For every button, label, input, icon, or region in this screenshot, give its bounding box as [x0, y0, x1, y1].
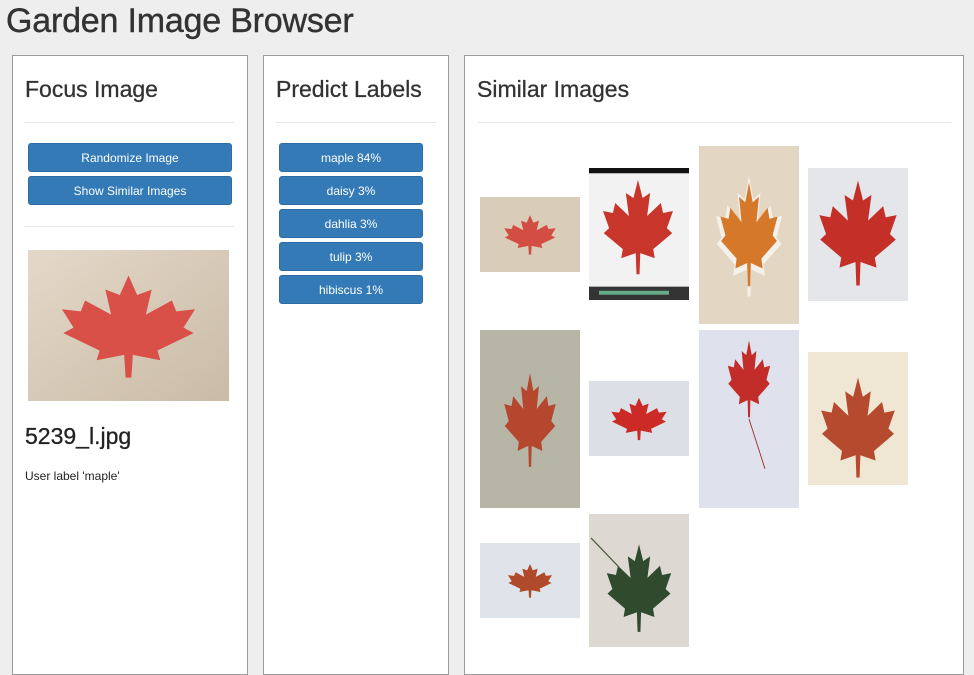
focus-image-heading: Focus Image [25, 76, 158, 102]
label-button-dahlia[interactable]: dahlia 3% [279, 209, 423, 238]
similar-images-panel: Similar Images [464, 55, 964, 675]
similar-image-8[interactable] [808, 352, 908, 485]
similar-image-7[interactable] [699, 330, 799, 508]
similar-image-1[interactable] [480, 197, 580, 272]
similar-image-2[interactable] [589, 168, 689, 300]
focus-image-panel: Focus Image Randomize Image Show Similar… [12, 55, 248, 675]
focus-image-user-label: User label 'maple' [25, 469, 120, 483]
divider [276, 122, 436, 123]
divider [477, 122, 951, 123]
similar-image-10[interactable] [589, 514, 689, 647]
similar-image-6[interactable] [589, 381, 689, 456]
predict-labels-panel: Predict Labels maple 84% daisy 3% dahlia… [263, 55, 449, 675]
similar-images-heading: Similar Images [477, 76, 630, 102]
label-button-tulip[interactable]: tulip 3% [279, 242, 423, 271]
focus-image-filename: 5239_l.jpg [25, 423, 132, 449]
app-title: Garden Image Browser [6, 2, 354, 40]
divider [25, 226, 235, 227]
focus-image [28, 250, 229, 401]
label-button-hibiscus[interactable]: hibiscus 1% [279, 275, 423, 304]
similar-image-9[interactable] [480, 543, 580, 618]
similar-image-4[interactable] [808, 168, 908, 301]
randomize-image-button[interactable]: Randomize Image [28, 143, 232, 172]
predict-labels-heading: Predict Labels [276, 76, 422, 102]
similar-image-3[interactable] [699, 146, 799, 324]
label-button-maple[interactable]: maple 84% [279, 143, 423, 172]
similar-image-5[interactable] [480, 330, 580, 508]
divider [25, 122, 235, 123]
show-similar-images-button[interactable]: Show Similar Images [28, 176, 232, 205]
label-button-daisy[interactable]: daisy 3% [279, 176, 423, 205]
